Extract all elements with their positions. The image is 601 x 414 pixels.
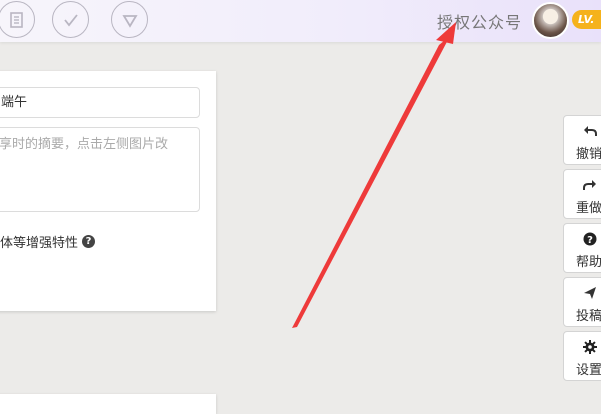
article-settings-card: 端午 享时的摘要，点击左侧图片改 体等增强特性 ? (0, 71, 216, 311)
redo-button[interactable]: 重做 (563, 169, 601, 219)
title-input[interactable]: 端午 (0, 87, 200, 118)
help-button[interactable]: ? 帮助 (563, 223, 601, 273)
send-icon (583, 286, 597, 300)
submit-button[interactable]: 投稿 (563, 277, 601, 327)
summary-textarea[interactable]: 享时的摘要，点击左侧图片改 (0, 127, 200, 212)
redo-icon (583, 178, 597, 192)
settings-button[interactable]: 设置 (563, 331, 601, 381)
document-icon[interactable] (0, 1, 35, 38)
undo-icon (583, 124, 597, 138)
check-icon[interactable] (52, 1, 89, 38)
redo-label: 重做 (576, 201, 601, 216)
secondary-card (0, 394, 216, 414)
enhance-label: 体等增强特性 (0, 236, 79, 251)
enhance-feature-row: 体等增强特性 ? (0, 232, 96, 251)
help-circle-icon[interactable]: ? (82, 235, 96, 248)
settings-label: 设置 (576, 363, 601, 378)
help-label: 帮助 (576, 255, 601, 270)
submit-label: 投稿 (576, 309, 601, 324)
triangle-icon[interactable] (111, 1, 148, 38)
undo-button[interactable]: 撤销 (563, 115, 601, 165)
help-icon: ? (583, 232, 597, 246)
gear-icon (583, 340, 597, 354)
level-badge: LV. (572, 10, 601, 29)
avatar[interactable] (532, 2, 569, 39)
top-toolbar: 授权公众号 LV. (0, 0, 601, 42)
authorize-account-link[interactable]: 授权公众号 (437, 9, 522, 33)
undo-label: 撤销 (576, 147, 601, 162)
svg-text:?: ? (587, 235, 593, 246)
